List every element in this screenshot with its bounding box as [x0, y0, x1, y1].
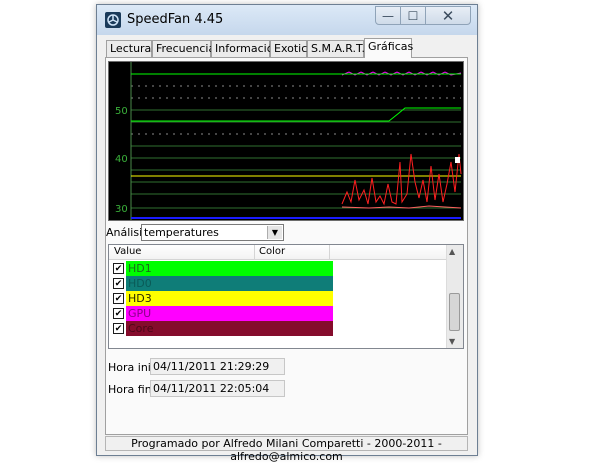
color-swatch-hd3: HD3	[126, 291, 333, 306]
graph-canvas: 50 40 30	[115, 62, 462, 220]
start-time-field: 04/11/2011 21:29:29	[150, 358, 285, 375]
item-label-hd1: HD1	[128, 262, 152, 275]
item-label-gpu: GPU	[128, 307, 152, 320]
y-label-40: 40	[115, 154, 128, 165]
list-item-hd0[interactable]: ✔ HD0	[113, 276, 333, 291]
scroll-up-icon[interactable]: ▲	[449, 247, 455, 256]
scroll-down-icon[interactable]: ▼	[449, 337, 455, 346]
close-icon: ✕	[441, 6, 455, 25]
graph-cursor-marker	[455, 157, 460, 163]
item-label-core: Core	[128, 322, 154, 335]
item-label-hd3: HD3	[128, 292, 152, 305]
speedfan-window: SpeedFan 4.45 — ☐ ✕ Lecturas Frecuencia …	[96, 4, 478, 463]
list-item-hd3[interactable]: ✔ HD3	[113, 291, 333, 306]
maximize-button[interactable]: ☐	[400, 6, 426, 25]
series-core-line	[341, 153, 462, 206]
color-swatch-hd1: HD1	[126, 261, 333, 276]
end-time-value: 04/11/2011 22:05:04	[153, 382, 270, 395]
y-label-50: 50	[115, 106, 128, 117]
checkbox-core[interactable]: ✔	[113, 323, 124, 334]
end-time-label: Hora fin	[108, 383, 152, 396]
analysis-dropdown[interactable]: temperatures ▼	[141, 224, 284, 241]
color-swatch-hd0: HD0	[126, 276, 333, 291]
scrollbar-thumb[interactable]	[449, 293, 460, 331]
temperature-graph: 50 40 30	[108, 61, 464, 221]
y-label-30: 30	[115, 204, 128, 215]
maximize-icon: ☐	[407, 8, 419, 23]
list-item-gpu[interactable]: ✔ GPU	[113, 306, 333, 321]
minimize-button[interactable]: —	[375, 6, 401, 25]
list-item-hd1[interactable]: ✔ HD1	[113, 261, 333, 276]
checkbox-hd1[interactable]: ✔	[113, 263, 124, 274]
column-header-color[interactable]: Color	[259, 246, 285, 257]
status-bar: Programado por Alfredo Milani Comparetti…	[105, 436, 468, 463]
list-header: Value Color	[109, 245, 449, 260]
status-text: Programado por Alfredo Milani Comparetti…	[131, 437, 442, 463]
tab-smart[interactable]: S.M.A.R.T.	[307, 40, 365, 57]
checkbox-hd3[interactable]: ✔	[113, 293, 124, 304]
color-swatch-core: Core	[126, 321, 333, 336]
checkbox-hd0[interactable]: ✔	[113, 278, 124, 289]
checkbox-gpu[interactable]: ✔	[113, 308, 124, 319]
minimize-icon: —	[382, 8, 394, 23]
tab-exotics[interactable]: Exotics	[270, 40, 313, 57]
column-header-value[interactable]: Value	[114, 246, 141, 257]
tab-graficas[interactable]: Gráficas	[364, 38, 413, 58]
graficas-panel: 50 40 30 Análisis temperatures ▼ Value C…	[105, 57, 468, 435]
list-item-core[interactable]: ✔ Core	[113, 321, 333, 336]
tab-frecuencia[interactable]: Frecuencia	[152, 40, 215, 57]
analysis-selected-value: temperatures	[144, 226, 219, 239]
speedfan-app-icon	[105, 12, 121, 28]
item-label-hd0: HD0	[128, 277, 152, 290]
sensor-list[interactable]: Value Color ✔ HD1 ✔ HD0 ✔ HD3 ✔ GPU ✔ Co…	[108, 244, 464, 349]
end-time-field: 04/11/2011 22:05:04	[150, 380, 285, 397]
tab-lecturas[interactable]: Lecturas	[106, 40, 157, 57]
tab-informacion[interactable]: Información	[211, 40, 280, 57]
column-divider[interactable]	[254, 245, 255, 259]
column-divider[interactable]	[329, 245, 330, 259]
window-title: SpeedFan 4.45	[127, 12, 224, 27]
close-button[interactable]: ✕	[425, 6, 471, 25]
title-bar[interactable]: SpeedFan 4.45 — ☐ ✕	[97, 5, 477, 35]
list-scrollbar[interactable]: ▲ ▼	[446, 245, 463, 348]
start-time-value: 04/11/2011 21:29:29	[153, 360, 270, 373]
chevron-down-icon[interactable]: ▼	[267, 226, 282, 239]
graph-gridlines	[131, 73, 461, 209]
color-swatch-gpu: GPU	[126, 306, 333, 321]
